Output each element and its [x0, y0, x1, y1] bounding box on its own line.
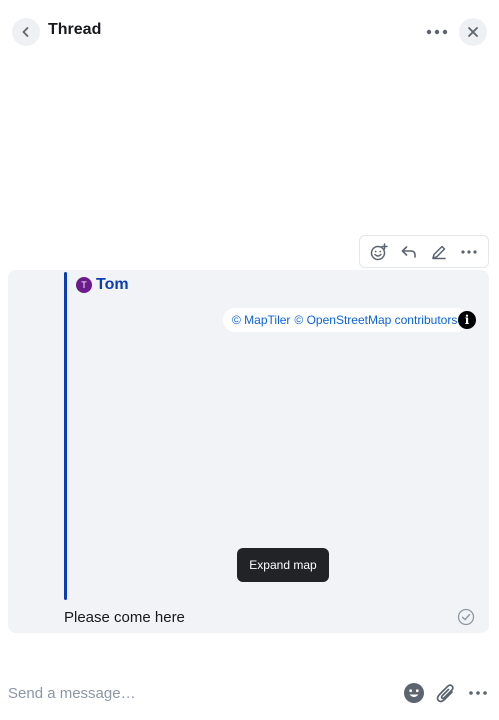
- more-horizontal-icon: [426, 29, 448, 35]
- openstreetmap-link[interactable]: © OpenStreetMap contributors: [294, 313, 457, 327]
- message-options-button[interactable]: [456, 239, 482, 265]
- reply-icon: [401, 245, 416, 258]
- close-button[interactable]: [459, 18, 487, 46]
- more-horizontal-icon: [461, 249, 477, 254]
- thread-options-button[interactable]: [424, 20, 450, 44]
- thread-header: Thread: [0, 0, 499, 64]
- maptiler-link[interactable]: © MapTiler: [232, 313, 290, 327]
- react-button[interactable]: [366, 239, 392, 265]
- back-button[interactable]: [12, 18, 40, 46]
- message-body: Please come here: [64, 609, 185, 626]
- message-input[interactable]: [8, 681, 388, 705]
- attachment-button[interactable]: [434, 681, 458, 705]
- message-action-bar: [359, 235, 489, 268]
- emoji-icon: [404, 683, 424, 703]
- attachment-icon: [436, 684, 454, 703]
- chevron-left-icon: [22, 27, 29, 37]
- thread-quote-bar: [64, 272, 67, 600]
- map-info-button[interactable]: i: [458, 311, 476, 329]
- emoji-button[interactable]: [402, 681, 426, 705]
- reply-button[interactable]: [396, 239, 422, 265]
- info-icon: i: [464, 313, 470, 327]
- thread-title: Thread: [48, 21, 102, 38]
- map-attribution: © MapTiler © OpenStreetMap contributors: [223, 308, 470, 332]
- more-horizontal-icon: [469, 691, 487, 695]
- edit-button[interactable]: [426, 239, 452, 265]
- edit-icon: [432, 245, 446, 259]
- avatar[interactable]: T: [76, 277, 92, 293]
- message-composer: [0, 672, 499, 714]
- read-receipt-icon: [457, 608, 475, 626]
- composer-options-button[interactable]: [466, 681, 490, 705]
- message-tile[interactable]: T Tom © MapTiler © OpenStreetMap contrib…: [8, 270, 489, 633]
- close-icon: [468, 27, 478, 37]
- react-icon: [370, 242, 388, 260]
- expand-map-tooltip: Expand map: [237, 548, 329, 582]
- sender-name[interactable]: Tom: [96, 276, 129, 294]
